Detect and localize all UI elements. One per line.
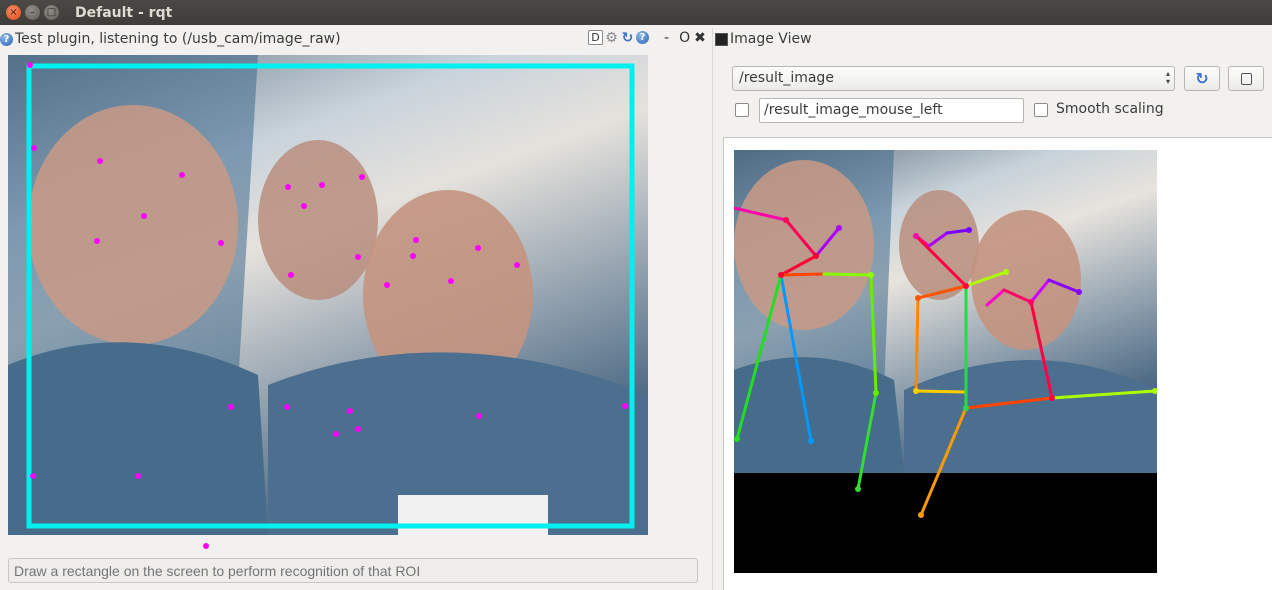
plugin-window-controls: - O ✖ [664,30,706,46]
plugin-help-icon[interactable]: ? [636,31,649,44]
topic-select-value: /result_image [739,70,834,86]
pose-overlay [734,150,1157,518]
mouse-topic-field[interactable]: /result_image_mouse_left [759,98,1024,123]
image-view-icon [715,32,728,46]
panel-splitter[interactable] [712,28,713,590]
smooth-scaling-label: Smooth scaling [1056,101,1164,117]
minimize-window-button[interactable]: – [25,5,40,20]
keypoint-marker [203,543,209,549]
close-window-button[interactable]: × [6,5,21,20]
window-titlebar: × – □ Default - rqt [0,0,1272,25]
minimize-plugin-button[interactable]: - [664,30,669,46]
dock-d-button[interactable]: D [588,30,603,45]
smooth-scaling-checkbox[interactable] [1034,103,1048,117]
save-icon [1240,72,1252,85]
camera-image-canvas[interactable] [8,55,648,535]
right-plugin-title: Image View [730,31,812,47]
select-arrows-icon: ▴ ▾ [1165,69,1170,86]
camera-overlay [8,55,648,535]
refresh-topics-button[interactable]: ↻ [1184,66,1220,91]
gear-icon[interactable]: ⚙ [604,30,619,46]
result-image-canvas[interactable] [734,150,1157,573]
save-image-button[interactable] [1228,66,1264,91]
window-title: Default - rqt [75,4,173,21]
left-plugin-title: Test plugin, listening to (/usb_cam/imag… [15,31,341,47]
maximize-window-button[interactable]: □ [44,5,59,20]
plugin-toolbar: D ⚙ ↻ ? [588,30,649,46]
mouse-topic-value: /result_image_mouse_left [764,102,943,118]
topic-select[interactable]: /result_image ▴ ▾ [732,66,1175,91]
refresh-icon: ↻ [1195,69,1209,88]
close-plugin-button[interactable]: ✖ [694,30,706,46]
float-plugin-button[interactable]: O [679,30,690,46]
help-icon[interactable]: ? [0,32,13,46]
right-plugin-header: Image View [715,28,812,50]
left-plugin-header: ? Test plugin, listening to (/usb_cam/im… [0,28,660,50]
reload-icon[interactable]: ↻ [620,30,635,46]
roi-status-field[interactable] [8,558,698,583]
mouse-publish-checkbox[interactable] [735,103,749,117]
